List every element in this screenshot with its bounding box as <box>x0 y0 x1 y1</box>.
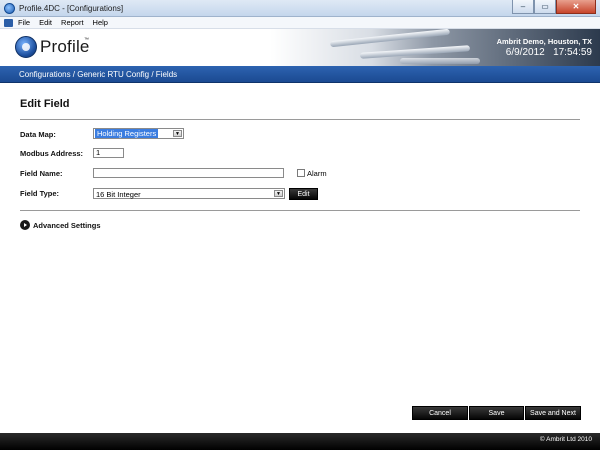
field-name-input[interactable] <box>93 168 284 178</box>
window-titlebar: Profile.4DC - [Configurations] – ▭ ✕ <box>0 0 600 17</box>
menu-app-icon[interactable] <box>4 18 13 27</box>
window-title: Profile.4DC - [Configurations] <box>19 4 124 13</box>
data-map-select[interactable]: Holding Registers ▼ <box>93 128 184 139</box>
breadcrumb-path[interactable]: Configurations / Generic RTU Config / Fi… <box>19 70 177 79</box>
field-type-value: 16 Bit Integer <box>96 190 141 199</box>
breadcrumb: Configurations / Generic RTU Config / Fi… <box>0 66 600 83</box>
menu-bar: File Edit Report Help <box>0 17 600 29</box>
save-and-next-button[interactable]: Save and Next <box>525 406 581 420</box>
cancel-button[interactable]: Cancel <box>412 406 468 420</box>
modbus-address-label: Modbus Address: <box>20 149 84 158</box>
current-date: 6/9/2012 <box>505 47 545 58</box>
field-type-edit-button[interactable]: Edit <box>289 188 318 200</box>
menu-report[interactable]: Report <box>61 18 84 27</box>
chevron-down-icon[interactable]: ▼ <box>173 130 182 137</box>
restore-button[interactable]: ▭ <box>534 0 556 14</box>
minimize-button[interactable]: – <box>512 0 534 14</box>
logo-text: Profile <box>40 37 90 56</box>
footer: © Ambrit Ltd 2010 <box>0 433 600 450</box>
app-header: Profile ™ Ambrit Demo, Houston, TX 6/9/2… <box>0 29 600 66</box>
divider <box>20 119 580 120</box>
logo-trademark: ™ <box>84 37 89 43</box>
advanced-settings-toggle[interactable]: Advanced Settings <box>33 221 101 230</box>
chevron-down-icon[interactable]: ▼ <box>274 190 283 197</box>
save-button[interactable]: Save <box>469 406 524 420</box>
menu-edit[interactable]: Edit <box>39 18 52 27</box>
banner-pipe-graphic <box>400 58 480 64</box>
menu-file[interactable]: File <box>18 18 30 27</box>
alarm-label: Alarm <box>307 169 327 178</box>
date-time: 6/9/2012 17:54:59 <box>506 47 592 58</box>
profile-logo-icon <box>15 36 37 58</box>
organization-name: Ambrit Demo, Houston, TX <box>496 37 592 46</box>
data-map-label: Data Map: <box>20 130 56 139</box>
banner-pipe-graphic <box>330 29 450 48</box>
modbus-address-input[interactable]: 1 <box>93 148 124 158</box>
expand-arrow-icon[interactable] <box>20 220 30 230</box>
close-button[interactable]: ✕ <box>556 0 596 14</box>
menu-help[interactable]: Help <box>93 18 108 27</box>
field-type-label: Field Type: <box>20 189 60 198</box>
field-type-select[interactable]: 16 Bit Integer ▼ <box>93 188 285 199</box>
page-title: Edit Field <box>20 98 70 110</box>
copyright-text: © Ambrit Ltd 2010 <box>539 436 592 443</box>
app-icon[interactable] <box>4 3 15 14</box>
current-time: 17:54:59 <box>553 47 592 58</box>
window-controls: – ▭ ✕ <box>512 0 596 15</box>
divider <box>20 210 580 211</box>
data-map-value: Holding Registers <box>95 129 159 138</box>
alarm-checkbox[interactable] <box>297 169 305 177</box>
banner-pipe-graphic <box>359 45 471 59</box>
field-name-label: Field Name: <box>20 169 63 178</box>
